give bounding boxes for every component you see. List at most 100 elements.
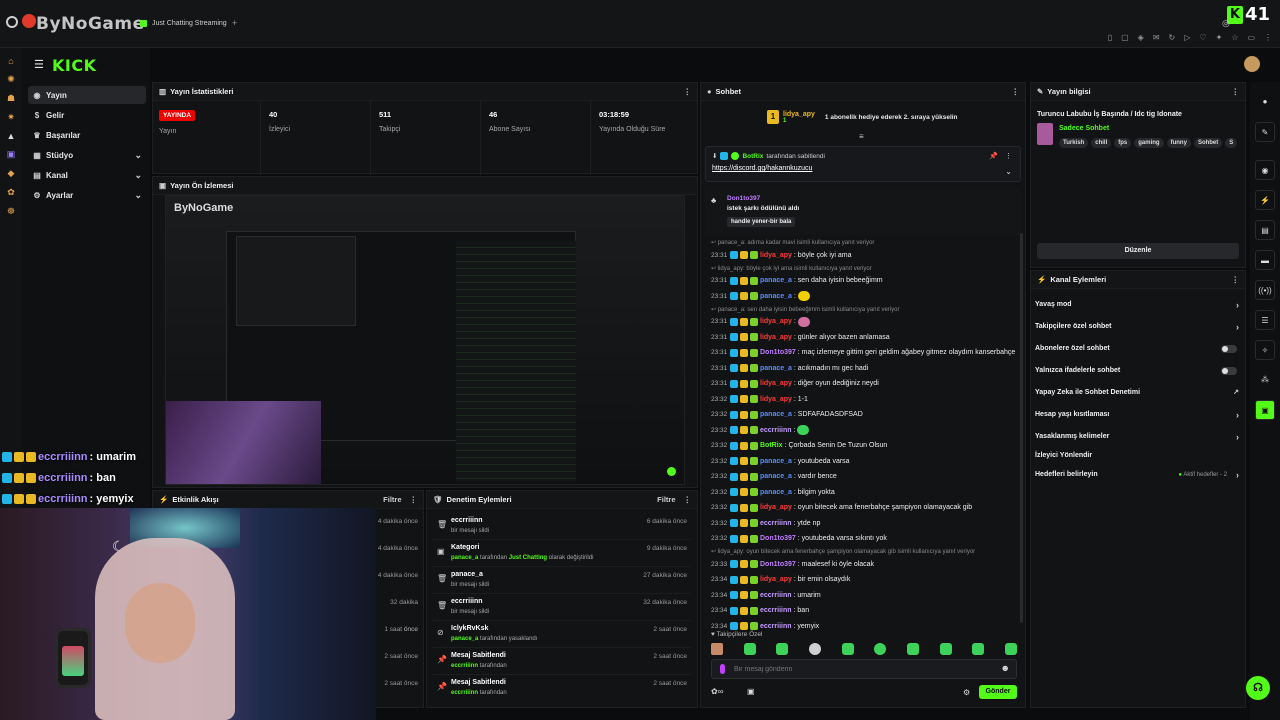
chat-bubble-icon[interactable]: ▬ bbox=[1255, 250, 1275, 270]
emote-icon[interactable] bbox=[808, 643, 821, 655]
chat-message[interactable]: 23:32 panace_a: bilgim yokta bbox=[711, 486, 835, 498]
stream-preview-video[interactable]: ByNoGame bbox=[165, 195, 685, 485]
tag[interactable]: fps bbox=[1114, 138, 1132, 148]
chat-message[interactable]: 23:31 panace_a: sen daha iyisin bebeeğimm bbox=[711, 275, 883, 287]
emote-icon[interactable] bbox=[1004, 643, 1017, 655]
emote-icon[interactable] bbox=[711, 643, 723, 655]
people-icon[interactable]: ⁂ bbox=[1255, 370, 1275, 390]
unpin-icon[interactable]: 📌 bbox=[989, 152, 998, 160]
chat-username[interactable]: lidya_apy bbox=[760, 396, 792, 403]
hamburger-icon[interactable]: ☰ bbox=[34, 58, 44, 71]
chat-username[interactable]: lidya_apy bbox=[760, 318, 792, 325]
collapse-icon[interactable]: ≡ bbox=[859, 132, 864, 141]
chat-username[interactable]: lidya_apy bbox=[760, 334, 792, 341]
info-icon[interactable]: ● bbox=[1255, 92, 1275, 112]
chat-message[interactable]: 23:31 panace_a: acıkmadın mı gec hadi bbox=[711, 362, 868, 374]
chat-username[interactable]: lidya_apy bbox=[760, 504, 792, 511]
more-icon[interactable]: ⋮ bbox=[1232, 87, 1240, 96]
sidebar-item-kanal[interactable]: ▤ Kanal ⌄ bbox=[28, 166, 146, 184]
chat-username[interactable]: eccrriiinn bbox=[760, 427, 792, 434]
action-slow-mode[interactable]: Yavaş mod › bbox=[1035, 300, 1241, 310]
more-icon[interactable]: ⋮ bbox=[410, 495, 418, 504]
camera-icon[interactable]: ◉ bbox=[1255, 160, 1275, 180]
gift-leader[interactable]: 1 lidya_apy 1 1 abonelik hediye ederek 2… bbox=[767, 110, 958, 124]
action-banned-words[interactable]: Yasaklanmış kelimeler › bbox=[1035, 432, 1241, 442]
more-icon[interactable]: ⋮ bbox=[1005, 152, 1012, 160]
notification-icon[interactable]: ◎ bbox=[1222, 18, 1230, 29]
edit-icon[interactable]: ✎ bbox=[1255, 122, 1275, 142]
chevron-down-icon[interactable]: ⌄ bbox=[1005, 167, 1012, 176]
support-chat-icon[interactable]: ☊ bbox=[1246, 676, 1270, 700]
lightning-icon[interactable]: ⚡ bbox=[1255, 190, 1275, 210]
chat-message[interactable]: 23:31 lidya_apy: bbox=[711, 316, 810, 328]
list-icon[interactable]: ☰ bbox=[1255, 310, 1275, 330]
action-followers-only[interactable]: Takipçilere özel sohbet › bbox=[1035, 322, 1241, 332]
avatar[interactable] bbox=[1244, 56, 1260, 72]
sidebar-item-ayarlar[interactable]: ⚙ Ayarlar ⌄ bbox=[28, 186, 146, 204]
filter-button[interactable]: Filtre bbox=[657, 495, 675, 504]
action-host[interactable]: İzleyici Yönlendir bbox=[1035, 452, 1241, 459]
window-icon[interactable]: ▭ bbox=[1247, 33, 1255, 42]
app-icon-3[interactable]: ☗ bbox=[0, 93, 22, 104]
sync-icon[interactable]: ↻ bbox=[1169, 33, 1176, 42]
sidebar-item-gelir[interactable]: $ Gelir bbox=[28, 106, 146, 124]
more-icon[interactable]: ⋮ bbox=[684, 495, 692, 504]
app-icon-9[interactable]: ☸ bbox=[0, 206, 22, 217]
tag[interactable]: Sohbet bbox=[1193, 138, 1223, 148]
chat-message[interactable]: 23:33 Don1to397: maalesef ki öyle olacak bbox=[711, 558, 874, 570]
chat-username[interactable]: lidya_apy bbox=[760, 380, 792, 387]
mod-row[interactable]: 🗑 eccrriiinn bir mesajı sildi 32 dakika … bbox=[433, 594, 691, 621]
chat-username[interactable]: panace_a bbox=[760, 411, 792, 418]
chat-username[interactable]: panace_a bbox=[760, 458, 792, 465]
chat-username[interactable]: panace_a bbox=[760, 473, 792, 480]
chat-username[interactable]: panace_a bbox=[760, 293, 792, 300]
sidebar-item-studyo[interactable]: ▦ Stüdyo ⌄ bbox=[28, 146, 146, 164]
chat-username[interactable]: eccrriiinn bbox=[760, 607, 792, 614]
action-subscribers-only[interactable]: Abonelere özel sohbet bbox=[1035, 345, 1241, 353]
menu-icon[interactable]: ⋮ bbox=[1264, 33, 1272, 42]
chat-message[interactable]: 23:31 lidya_apy: böyle çok iyi ama bbox=[711, 249, 852, 261]
chat-username[interactable]: lidya_apy bbox=[760, 252, 792, 259]
emote-icon[interactable] bbox=[972, 643, 985, 655]
browser-logo-icon[interactable] bbox=[6, 16, 18, 28]
shield-icon[interactable]: ◈ bbox=[1138, 33, 1144, 42]
heart-icon[interactable]: ♡ bbox=[1199, 33, 1206, 42]
emote-icon[interactable] bbox=[939, 643, 952, 655]
emote-icon[interactable] bbox=[841, 643, 854, 655]
app-icon-2[interactable]: ✺ bbox=[0, 74, 22, 85]
tag[interactable]: gaming bbox=[1134, 138, 1164, 148]
emote-icon[interactable] bbox=[906, 643, 919, 655]
chat-message[interactable]: 23:34 lidya_apy: bir emin olsaydık bbox=[711, 574, 850, 586]
action-ai-moderation[interactable]: Yapay Zeka ile Sohbet Denetimi ↗ bbox=[1035, 389, 1241, 396]
tag[interactable]: Turkish bbox=[1059, 138, 1089, 148]
chat-username[interactable]: panace_a bbox=[760, 365, 792, 372]
emote-icon[interactable] bbox=[874, 643, 887, 655]
tag[interactable]: S bbox=[1225, 138, 1238, 148]
app-icon-7[interactable]: ◆ bbox=[0, 168, 22, 179]
chat-username[interactable]: panace_a bbox=[760, 489, 792, 496]
settings-icon[interactable]: ⚙ bbox=[963, 688, 970, 697]
app-icon-8[interactable]: ✿ bbox=[0, 187, 22, 198]
app-icon-5[interactable]: ▲ bbox=[0, 131, 22, 141]
mod-row[interactable]: ▣ Kategori panace_a tarafından Just Chat… bbox=[433, 540, 691, 567]
emote-icon[interactable] bbox=[743, 643, 756, 655]
emote-icon[interactable] bbox=[776, 643, 789, 655]
more-icon[interactable]: ⋮ bbox=[1232, 275, 1240, 284]
chat-message[interactable]: 23:31 lidya_apy: diğer oyun dediğiniz ney… bbox=[711, 378, 879, 390]
chat-message[interactable]: 23:32 panace_a: youtubeda varsa bbox=[711, 455, 850, 467]
wrench-icon[interactable]: ✧ bbox=[1255, 340, 1275, 360]
chat-username[interactable]: Don1to397 bbox=[760, 349, 796, 356]
chat-message[interactable]: 23:34 eccrriiinn: umarim bbox=[711, 589, 821, 601]
emotes-only-toggle[interactable] bbox=[1221, 367, 1237, 375]
chat-message[interactable]: 23:32 eccrriiinn: bbox=[711, 424, 810, 436]
new-tab-button[interactable]: + bbox=[232, 16, 237, 30]
chat-scrollbar[interactable] bbox=[1020, 233, 1023, 623]
play-icon[interactable]: ▷ bbox=[1184, 33, 1190, 42]
star-icon[interactable]: ☆ bbox=[1231, 33, 1238, 42]
tab-just-chatting[interactable]: Just Chatting Streaming bbox=[140, 16, 227, 30]
mod-row[interactable]: ⊘ IclykRvKsk panace_a tarafından yasakla… bbox=[433, 621, 691, 648]
edit-button[interactable]: Düzenle bbox=[1037, 243, 1239, 259]
bookmark-icon[interactable]: ▯ bbox=[1108, 33, 1112, 42]
chat-username[interactable]: Don1to397 bbox=[760, 561, 796, 568]
chat-message[interactable]: 23:32 lidya_apy: 1-1 bbox=[711, 393, 808, 405]
